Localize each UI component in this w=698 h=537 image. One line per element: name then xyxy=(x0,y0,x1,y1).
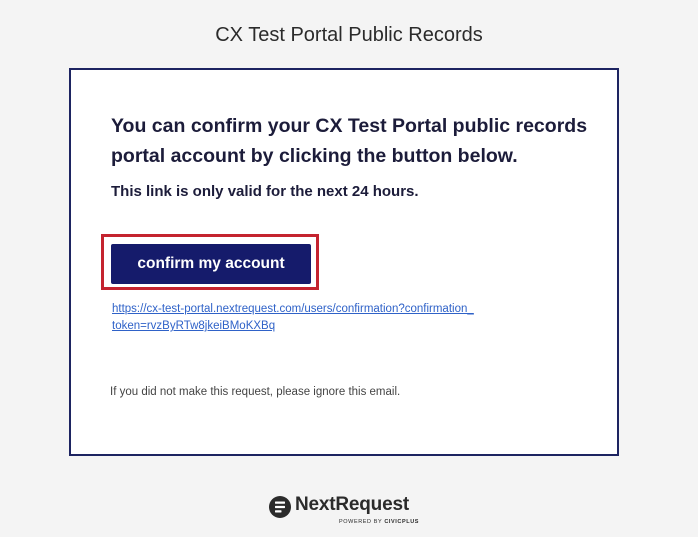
powered-by-text: POWERED BY xyxy=(339,519,383,525)
logo-wordmark: NextRequest xyxy=(295,494,409,515)
logo-tagline: POWERED BY CIVICPLUS xyxy=(339,519,419,525)
confirmation-link[interactable]: https://cx-test-portal.nextrequest.com/u… xyxy=(112,301,497,335)
confirmation-link-line2: token=rvzByRTw8jkeiBMoKXBq xyxy=(112,320,276,332)
civicplus-text: CIVICPLUS xyxy=(384,519,420,525)
nextrequest-logo: NextRequest POWERED BY CIVICPLUS xyxy=(266,494,426,530)
email-headline: You can confirm your CX Test Portal publ… xyxy=(111,115,588,167)
confirm-account-button[interactable]: confirm my account xyxy=(111,244,311,284)
email-card: You can confirm your CX Test Portal publ… xyxy=(69,68,619,456)
validity-note: This link is only valid for the next 24 … xyxy=(111,183,419,200)
ignore-note: If you did not make this request, please… xyxy=(110,386,401,398)
confirmation-link-line1: https://cx-test-portal.nextrequest.com/u… xyxy=(112,303,474,315)
page-title: CX Test Portal Public Records xyxy=(215,24,483,46)
nextrequest-logo-icon xyxy=(269,496,291,518)
